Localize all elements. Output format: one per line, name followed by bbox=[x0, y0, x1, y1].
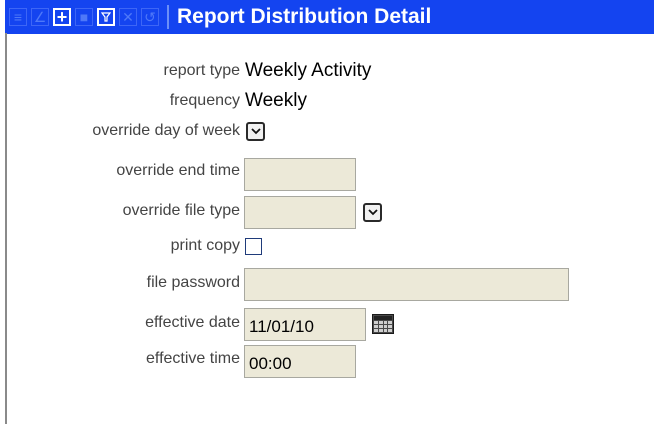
report-type-value: Weekly Activity bbox=[245, 60, 372, 81]
calendar-icon[interactable] bbox=[372, 314, 394, 334]
report-distribution-window: ≡ ∠ + ■ ✕ ↺ Report Distribution Detail r… bbox=[0, 0, 660, 424]
filter-icon[interactable] bbox=[97, 8, 115, 26]
effective-time-label: effective time bbox=[146, 350, 240, 367]
override-file-type-dropdown[interactable] bbox=[363, 203, 382, 222]
frequency-row: frequency Weekly bbox=[0, 88, 660, 114]
refresh-icon[interactable]: ↺ bbox=[141, 8, 159, 26]
frequency-label: frequency bbox=[169, 92, 240, 109]
chevron-down-icon bbox=[367, 209, 378, 216]
save-icon[interactable]: ■ bbox=[75, 8, 93, 26]
print-copy-label: print copy bbox=[170, 237, 240, 254]
file-password-row: file password bbox=[0, 268, 660, 301]
print-copy-checkbox[interactable] bbox=[245, 238, 262, 255]
override-file-type-row: override file type bbox=[0, 196, 660, 229]
print-copy-row: print copy bbox=[0, 233, 660, 259]
override-day-of-week-label: override day of week bbox=[92, 122, 240, 139]
toolbar-separator bbox=[167, 5, 169, 29]
chevron-down-icon bbox=[250, 128, 261, 135]
list-icon[interactable]: ≡ bbox=[9, 8, 27, 26]
effective-date-row: effective date 11/01/10 bbox=[0, 308, 660, 341]
report-type-label: report type bbox=[163, 62, 240, 79]
frequency-value: Weekly bbox=[245, 90, 307, 111]
override-day-of-week-row: override day of week bbox=[0, 118, 660, 144]
file-password-input[interactable] bbox=[244, 268, 569, 301]
edit-icon[interactable]: ∠ bbox=[31, 8, 49, 26]
override-end-time-label: override end time bbox=[116, 162, 240, 179]
effective-time-input[interactable]: 00:00 bbox=[244, 345, 356, 378]
override-end-time-input[interactable] bbox=[244, 158, 356, 191]
effective-date-label: effective date bbox=[145, 314, 240, 331]
override-day-of-week-dropdown[interactable] bbox=[246, 122, 265, 141]
effective-time-row: effective time 00:00 bbox=[0, 345, 660, 378]
title-bar: ≡ ∠ + ■ ✕ ↺ Report Distribution Detail bbox=[5, 0, 654, 34]
override-file-type-label: override file type bbox=[122, 202, 240, 219]
override-end-time-row: override end time bbox=[0, 158, 660, 191]
file-password-label: file password bbox=[146, 274, 240, 291]
report-type-row: report type Weekly Activity bbox=[0, 58, 660, 84]
effective-date-input[interactable]: 11/01/10 bbox=[244, 308, 366, 341]
delete-icon[interactable]: ✕ bbox=[119, 8, 137, 26]
window-title: Report Distribution Detail bbox=[177, 5, 432, 28]
add-icon[interactable]: + bbox=[53, 8, 71, 26]
override-file-type-input[interactable] bbox=[244, 196, 356, 229]
